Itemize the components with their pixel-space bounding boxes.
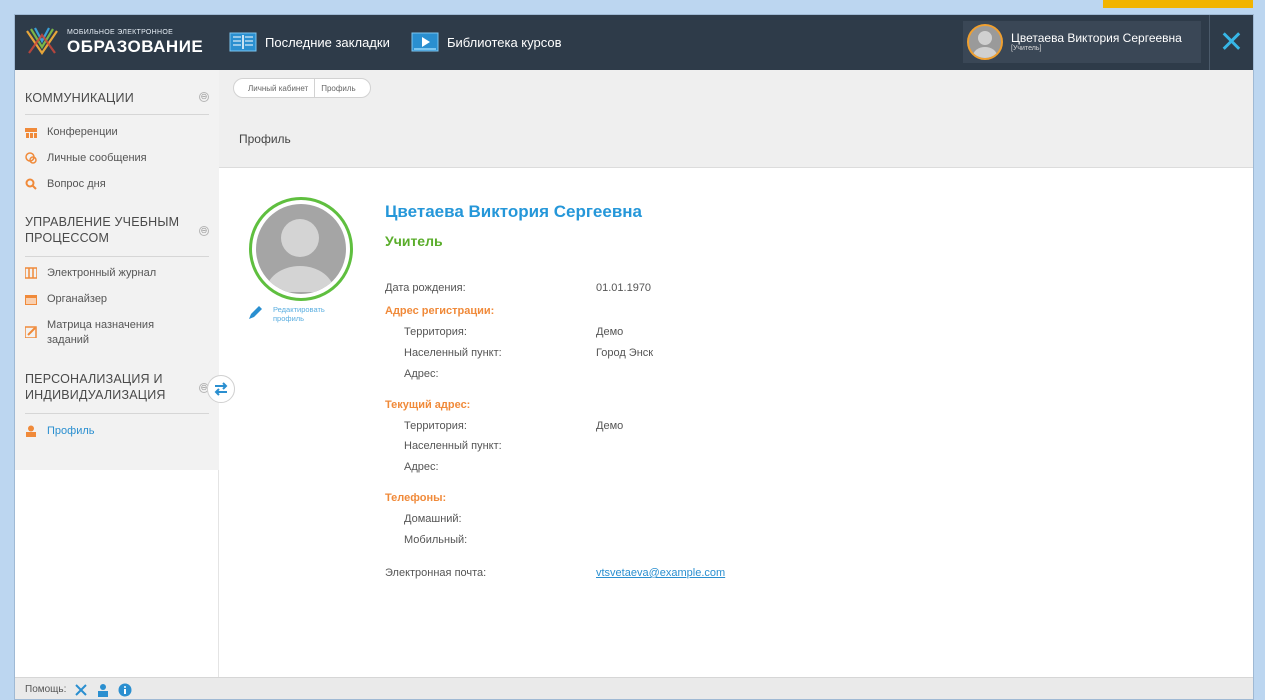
section-title-line: ИНДИВИДУАЛИЗАЦИЯ <box>25 388 166 402</box>
close-icon[interactable]: ✕ <box>1209 15 1253 70</box>
breadcrumb-item-profile[interactable]: Профиль <box>315 84 362 93</box>
avatar <box>967 24 1003 60</box>
sidebar-item-journal[interactable]: Электронный журнал <box>25 266 156 281</box>
sidebar-item-matrix[interactable]: Матрица назначения заданий <box>25 318 154 348</box>
sidebar-item-question[interactable]: Вопрос дня <box>25 177 106 192</box>
cur-territory-value: Демо <box>596 420 624 432</box>
user-icon <box>26 425 36 437</box>
logo-icon <box>23 23 61 61</box>
sidebar-item-label: Вопрос дня <box>47 178 106 190</box>
cur-address-label: Адрес: <box>404 461 439 473</box>
mobile-phone-label: Мобильный: <box>404 534 468 546</box>
swap-arrows-icon <box>214 382 228 396</box>
app-logo[interactable]: МОБИЛЬНОЕ ЭЛЕКТРОННОЕ ОБРАЗОВАНИЕ <box>23 23 203 61</box>
reg-address-label: Адрес: <box>404 368 439 380</box>
home-phone-label: Домашний: <box>404 513 462 525</box>
edit-profile-link[interactable]: Редактировать профиль <box>247 305 347 323</box>
sidebar-item-profile[interactable]: Профиль <box>25 424 95 439</box>
email-label: Электронная почта: <box>385 567 487 579</box>
registration-address-heading: Адрес регистрации: <box>385 305 495 317</box>
reg-locality-value: Город Энск <box>596 347 654 359</box>
app-window: МОБИЛЬНОЕ ЭЛЕКТРОННОЕ ОБРАЗОВАНИЕ Послед… <box>14 14 1254 700</box>
sidebar-item-label: заданий <box>47 334 90 346</box>
section-title-line: ПРОЦЕССОМ <box>25 231 110 245</box>
top-bar: МОБИЛЬНОЕ ЭЛЕКТРОННОЕ ОБРАЗОВАНИЕ Послед… <box>15 15 1253 70</box>
logo-subtitle: МОБИЛЬНОЕ ЭЛЕКТРОННОЕ <box>67 29 174 36</box>
content-header: Личный кабинет Профиль Профиль <box>219 70 1253 168</box>
course-library-label: Библиотека курсов <box>447 34 562 50</box>
course-library-button[interactable]: Библиотека курсов <box>411 32 562 52</box>
reg-territory-label: Территория: <box>404 326 467 338</box>
pencil-icon <box>249 306 262 319</box>
reg-locality-label: Населенный пункт: <box>404 347 502 359</box>
profile-avatar <box>249 197 353 301</box>
section-personalization-title[interactable]: ПЕРСОНАЛИЗАЦИЯ И ИНДИВИДУАЛИЗАЦИЯ <box>25 371 166 403</box>
sidebar-item-organizer[interactable]: Органайзер <box>25 292 107 307</box>
user-name: Цветаева Виктория Сергеевна <box>1011 30 1182 45</box>
info-icon[interactable] <box>118 683 132 697</box>
toggle-sidebar-button[interactable] <box>207 375 235 403</box>
reg-territory-value: Демо <box>596 326 624 338</box>
breadcrumb: Личный кабинет Профиль <box>233 78 371 98</box>
profile-name: Цветаева Виктория Сергеевна <box>385 202 642 221</box>
search-icon <box>25 178 37 190</box>
conference-icon <box>25 128 37 138</box>
user-support-icon[interactable] <box>96 683 110 697</box>
current-address-heading: Текущий адрес: <box>385 399 471 411</box>
sidebar-empty-area <box>15 470 219 680</box>
birth-date-label: Дата рождения: <box>385 282 466 294</box>
divider <box>25 413 209 414</box>
sidebar-item-label: Матрица назначения <box>47 319 155 331</box>
page-title: Профиль <box>239 132 291 146</box>
section-title-line: ПЕРСОНАЛИЗАЦИЯ И <box>25 372 163 386</box>
breadcrumb-item-cabinet[interactable]: Личный кабинет <box>242 84 314 93</box>
help-label: Помощь: <box>25 684 67 695</box>
journal-icon <box>25 267 37 279</box>
chat-icon <box>25 152 37 164</box>
window-frame: МОБИЛЬНОЕ ЭЛЕКТРОННОЕ ОБРАЗОВАНИЕ Послед… <box>0 0 1265 700</box>
cur-locality-label: Населенный пункт: <box>404 440 502 452</box>
sidebar-item-label: Профиль <box>47 425 95 437</box>
cur-territory-label: Территория: <box>404 420 467 432</box>
collapse-icon[interactable]: ⊖ <box>199 92 209 102</box>
divider <box>25 114 209 115</box>
divider <box>25 256 209 257</box>
tools-icon[interactable] <box>74 683 88 697</box>
sidebar: КОММУНИКАЦИИ ⊖ Конференции Личные сообще… <box>15 70 219 470</box>
logo-title: ОБРАЗОВАНИЕ <box>67 37 204 56</box>
recent-bookmarks-label: Последние закладки <box>265 34 390 50</box>
edit-profile-label: Редактировать профиль <box>273 305 325 323</box>
sidebar-item-label: Личные сообщения <box>47 152 147 164</box>
sidebar-item-conferences[interactable]: Конференции <box>25 125 118 140</box>
email-link[interactable]: vtsvetaeva@example.com <box>596 567 725 579</box>
sidebar-item-label: Электронный журнал <box>47 267 157 279</box>
recent-bookmarks-button[interactable]: Последние закладки <box>229 32 390 52</box>
video-icon <box>411 32 439 52</box>
sidebar-item-label: Органайзер <box>47 293 108 305</box>
section-learning-title[interactable]: УПРАВЛЕНИЕ УЧЕБНЫМ ПРОЦЕССОМ <box>25 214 179 246</box>
edit-task-icon <box>25 326 37 338</box>
user-silhouette-icon <box>266 219 334 294</box>
collapse-icon[interactable]: ⊖ <box>199 226 209 236</box>
corner-badge <box>1103 0 1253 8</box>
phones-heading: Телефоны: <box>385 492 447 504</box>
profile-role: Учитель <box>385 233 443 249</box>
sidebar-item-label: Конференции <box>47 126 118 138</box>
section-communications-title[interactable]: КОММУНИКАЦИИ <box>25 90 134 106</box>
user-silhouette-icon <box>973 31 997 58</box>
birth-date-value: 01.01.1970 <box>596 282 652 294</box>
user-menu[interactable]: Цветаева Виктория Сергеевна [Учитель] <box>963 21 1201 63</box>
sidebar-item-messages[interactable]: Личные сообщения <box>25 151 147 166</box>
footer: Помощь: <box>15 677 1253 699</box>
book-icon <box>229 32 257 52</box>
section-title-line: УПРАВЛЕНИЕ УЧЕБНЫМ <box>25 215 180 229</box>
calendar-icon <box>25 295 37 305</box>
user-role: [Учитель] <box>1011 44 1042 52</box>
